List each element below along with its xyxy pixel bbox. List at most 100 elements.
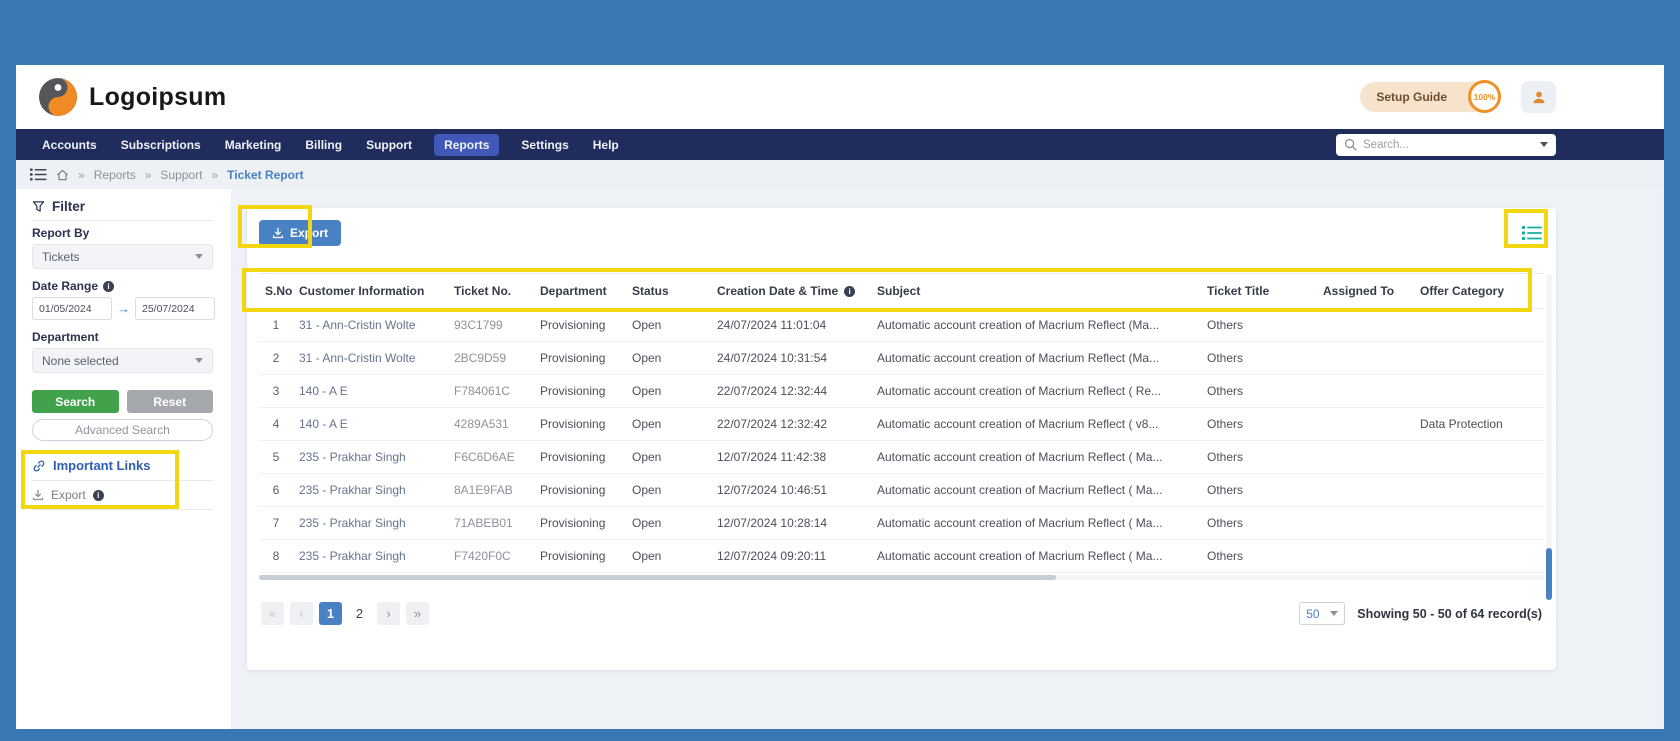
- cell-status: Open: [626, 309, 711, 342]
- cell-department: Provisioning: [534, 342, 626, 375]
- date-to-input[interactable]: [135, 297, 215, 320]
- info-icon[interactable]: [93, 490, 104, 501]
- cell-ticket_title: Others: [1201, 408, 1317, 441]
- filter-title-label: Filter: [52, 199, 85, 214]
- nav-item-accounts[interactable]: Accounts: [40, 134, 99, 156]
- cell-ticket: F6C6D6AE: [448, 441, 534, 474]
- cell-customer[interactable]: 235 - Prakhar Singh: [293, 507, 448, 540]
- report-by-select[interactable]: Tickets: [32, 244, 213, 269]
- cell-offer_category: Data Protection: [1414, 408, 1544, 441]
- logo-text: Logoipsum: [89, 83, 226, 112]
- reset-button[interactable]: Reset: [127, 390, 214, 413]
- cell-subject: Automatic account creation of Macrium Re…: [871, 507, 1201, 540]
- cell-customer[interactable]: 235 - Prakhar Singh: [293, 540, 448, 573]
- cell-status: Open: [626, 342, 711, 375]
- info-icon[interactable]: [103, 281, 114, 292]
- cell-ticket: 8A1E9FAB: [448, 474, 534, 507]
- nav-item-marketing[interactable]: Marketing: [223, 134, 284, 156]
- setup-progress-badge: 100%: [1468, 80, 1501, 113]
- nav-item-reports[interactable]: Reports: [434, 134, 499, 156]
- user-avatar[interactable]: [1521, 81, 1556, 113]
- export-button-label: Export: [290, 226, 328, 240]
- department-label: Department: [32, 330, 213, 344]
- pagination-prev-button[interactable]: ‹: [290, 602, 313, 625]
- setup-guide-button[interactable]: Setup Guide 100%: [1360, 82, 1493, 112]
- search-icon: [1344, 138, 1357, 151]
- cell-customer[interactable]: 235 - Prakhar Singh: [293, 474, 448, 507]
- table-row: 131 - Ann-Cristin Wolte93C1799Provisioni…: [259, 309, 1544, 342]
- nav-item-support[interactable]: Support: [364, 134, 414, 156]
- nav-item-help[interactable]: Help: [591, 134, 621, 156]
- cell-subject: Automatic account creation of Macrium Re…: [871, 408, 1201, 441]
- home-icon[interactable]: [56, 169, 69, 181]
- cell-status: Open: [626, 540, 711, 573]
- cell-assigned_to: [1317, 309, 1414, 342]
- page-size-select[interactable]: 50: [1299, 602, 1345, 625]
- vertical-scrollbar[interactable]: [1546, 274, 1552, 600]
- cell-created: 24/07/2024 11:01:04: [711, 309, 871, 342]
- cell-department: Provisioning: [534, 540, 626, 573]
- cell-subject: Automatic account creation of Macrium Re…: [871, 342, 1201, 375]
- cell-customer[interactable]: 140 - A E: [293, 408, 448, 441]
- filter-sidebar: Filter Report By Tickets Date Range Depa…: [16, 189, 231, 729]
- cell-status: Open: [626, 441, 711, 474]
- nav-item-subscriptions[interactable]: Subscriptions: [119, 134, 203, 156]
- report-card: Export S.No.Customer InformationTicket N…: [247, 208, 1556, 670]
- cell-ticket: 71ABEB01: [448, 507, 534, 540]
- cell-created: 12/07/2024 11:42:38: [711, 441, 871, 474]
- column-header-status: Status: [626, 274, 711, 309]
- export-button[interactable]: Export: [259, 220, 341, 246]
- horizontal-scrollbar-thumb[interactable]: [259, 575, 1056, 580]
- breadcrumb-item[interactable]: Support: [160, 168, 202, 182]
- cell-created: 22/07/2024 12:32:42: [711, 408, 871, 441]
- cell-offer_category: [1414, 309, 1544, 342]
- search-button[interactable]: Search: [32, 390, 119, 413]
- cell-subject: Automatic account creation of Macrium Re…: [871, 441, 1201, 474]
- cell-subject: Automatic account creation of Macrium Re…: [871, 375, 1201, 408]
- breadcrumb-item[interactable]: Reports: [94, 168, 136, 182]
- table-header-row: S.No.Customer InformationTicket No.Depar…: [259, 274, 1544, 309]
- pagination-first-button[interactable]: «: [261, 602, 284, 625]
- report-by-label: Report By: [32, 226, 213, 240]
- info-icon[interactable]: [844, 286, 855, 297]
- cell-assigned_to: [1317, 375, 1414, 408]
- important-links-title: Important Links: [32, 458, 213, 481]
- cell-department: Provisioning: [534, 309, 626, 342]
- logo[interactable]: Logoipsum: [38, 77, 226, 117]
- cell-assigned_to: [1317, 474, 1414, 507]
- cell-subject: Automatic account creation of Macrium Re…: [871, 309, 1201, 342]
- page-body: Filter Report By Tickets Date Range Depa…: [16, 189, 1664, 729]
- cell-assigned_to: [1317, 441, 1414, 474]
- user-icon: [1530, 88, 1548, 106]
- advanced-search-button[interactable]: Advanced Search: [32, 419, 213, 441]
- table-row: 5235 - Prakhar SinghF6C6D6AEProvisioning…: [259, 441, 1544, 474]
- table-row: 7235 - Prakhar Singh71ABEB01Provisioning…: [259, 507, 1544, 540]
- date-range-row: [32, 297, 213, 320]
- column-header-offer_category: Offer Category: [1414, 274, 1544, 309]
- date-from-input[interactable]: [32, 297, 112, 320]
- cell-sno: 5: [259, 441, 293, 474]
- chevron-down-icon[interactable]: [1540, 142, 1548, 147]
- cell-customer[interactable]: 31 - Ann-Cristin Wolte: [293, 342, 448, 375]
- nav-item-billing[interactable]: Billing: [303, 134, 344, 156]
- menu-icon[interactable]: [30, 168, 47, 181]
- pagination-next-button[interactable]: ›: [377, 602, 400, 625]
- column-header-ticket_title: Ticket Title: [1201, 274, 1317, 309]
- pagination-right: 50 Showing 50 - 50 of 64 record(s): [1299, 602, 1542, 625]
- pagination-last-button[interactable]: »: [406, 602, 429, 625]
- cell-created: 12/07/2024 09:20:11: [711, 540, 871, 573]
- vertical-scrollbar-thumb[interactable]: [1546, 548, 1552, 600]
- search-input[interactable]: [1363, 139, 1534, 151]
- nav-item-settings[interactable]: Settings: [519, 134, 570, 156]
- sidebar-export-link[interactable]: Export: [32, 481, 213, 510]
- cell-sno: 6: [259, 474, 293, 507]
- cell-created: 24/07/2024 10:31:54: [711, 342, 871, 375]
- horizontal-scrollbar[interactable]: [259, 575, 1544, 580]
- cell-customer[interactable]: 31 - Ann-Cristin Wolte: [293, 309, 448, 342]
- department-select[interactable]: None selected: [32, 348, 213, 373]
- pagination-page-1[interactable]: 1: [319, 602, 342, 625]
- list-icon-button[interactable]: [1520, 222, 1544, 244]
- cell-customer[interactable]: 235 - Prakhar Singh: [293, 441, 448, 474]
- cell-customer[interactable]: 140 - A E: [293, 375, 448, 408]
- pagination-page-2[interactable]: 2: [348, 602, 371, 625]
